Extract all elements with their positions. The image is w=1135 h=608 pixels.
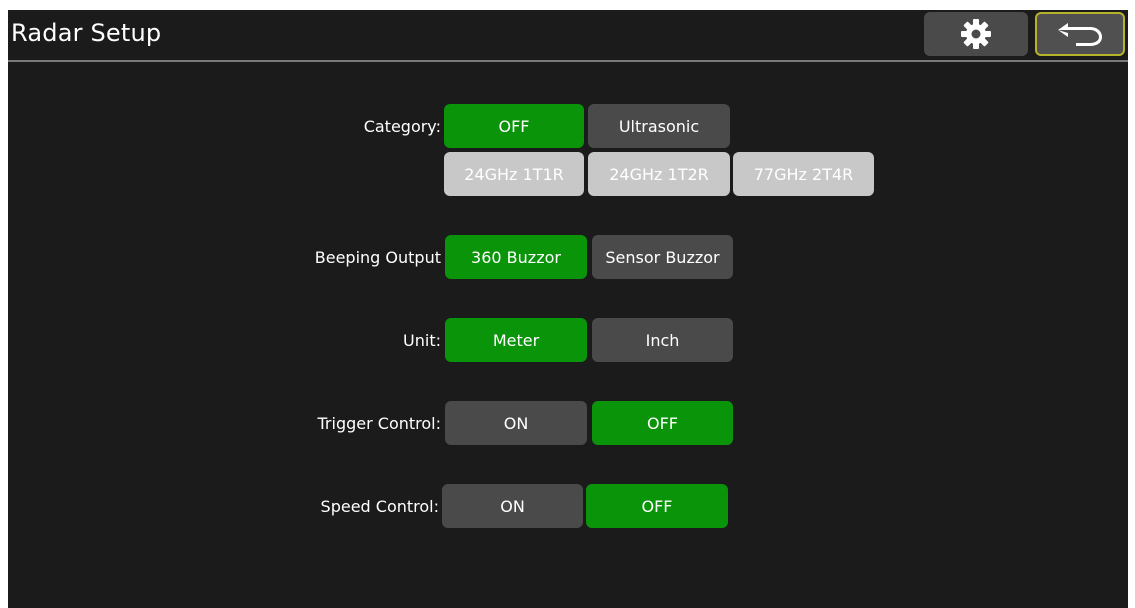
category-24ghz-1t2r-button[interactable]: 24GHz 1T2R — [588, 152, 730, 196]
speed-control-on-button[interactable]: ON — [442, 484, 583, 528]
category-label: Category: — [363, 117, 441, 136]
beeping-output-label: Beeping Output — [314, 248, 441, 267]
speed-control-label: Speed Control: — [320, 497, 439, 516]
back-button[interactable] — [1035, 12, 1125, 56]
trigger-control-label: Trigger Control: — [317, 414, 442, 433]
trigger-control-on-button[interactable]: ON — [445, 401, 587, 445]
beeping-sensor-buzzor-button[interactable]: Sensor Buzzor — [592, 235, 733, 279]
back-arrow-icon — [1054, 20, 1106, 48]
beeping-360-buzzor-button[interactable]: 360 Buzzor — [445, 235, 587, 279]
settings-button[interactable] — [924, 12, 1028, 56]
unit-meter-button[interactable]: Meter — [445, 318, 587, 362]
title-divider — [8, 60, 1128, 62]
category-ultrasonic-button[interactable]: Ultrasonic — [588, 104, 730, 148]
category-77ghz-2t4r-button[interactable]: 77GHz 2T4R — [733, 152, 874, 196]
title-bar: Radar Setup — [8, 10, 1128, 60]
unit-label: Unit: — [403, 331, 441, 350]
trigger-control-off-button[interactable]: OFF — [592, 401, 733, 445]
speed-control-off-button[interactable]: OFF — [586, 484, 728, 528]
category-24ghz-1t1r-button[interactable]: 24GHz 1T1R — [444, 152, 584, 196]
unit-inch-button[interactable]: Inch — [592, 318, 733, 362]
radar-setup-screen: Radar Setup Category: OFF Ultrasonic 24G… — [8, 10, 1128, 608]
page-title: Radar Setup — [11, 19, 162, 47]
category-off-button[interactable]: OFF — [444, 104, 584, 148]
gear-icon — [959, 17, 993, 51]
